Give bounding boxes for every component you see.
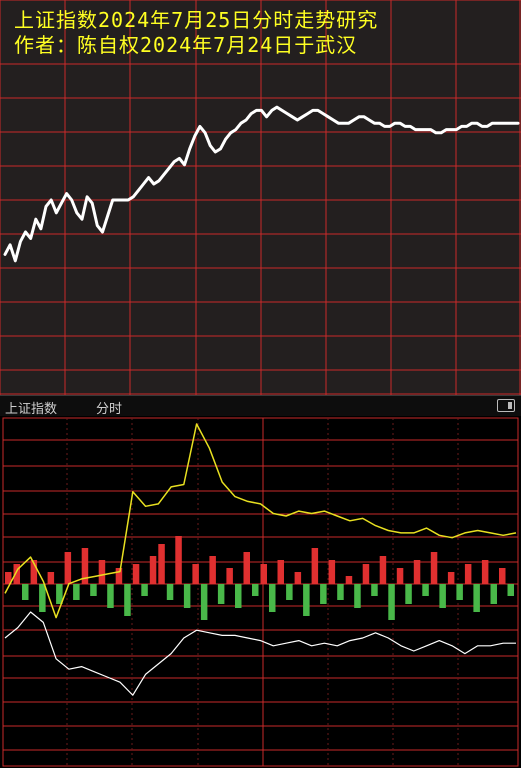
- volume-bar: [422, 584, 429, 596]
- chart-title: 上证指数2024年7月25日分时走势研究: [14, 8, 379, 32]
- volume-bar: [439, 584, 446, 608]
- volume-bar: [39, 584, 46, 612]
- forecast-panel: 上证指数2024年7月25日分时走势研究 作者：陈自权2024年7月24日于武汉: [0, 0, 521, 395]
- volume-bar: [490, 584, 497, 604]
- volume-bar: [481, 560, 489, 584]
- volume-bar: [217, 584, 225, 604]
- volume-bar: [124, 584, 131, 616]
- volume-bar: [294, 572, 302, 584]
- volume-bar: [507, 584, 514, 596]
- volume-bar: [243, 552, 250, 584]
- volume-bar: [192, 564, 199, 584]
- volume-bar: [405, 584, 412, 604]
- volume-bar: [269, 584, 276, 612]
- intraday-mode-label[interactable]: 分时: [96, 398, 122, 417]
- volume-bar: [158, 544, 165, 584]
- volume-bar: [166, 584, 174, 600]
- volume-bar: [456, 584, 463, 600]
- forecast-chart: [0, 0, 521, 395]
- intraday-panel: [0, 416, 521, 768]
- volume-bar: [47, 572, 55, 584]
- panel-toggle-icon[interactable]: [497, 399, 515, 412]
- volume-bar: [286, 584, 293, 600]
- volume-bar: [175, 536, 182, 584]
- volume-bar: [362, 564, 370, 584]
- volume-bar: [303, 584, 310, 616]
- volume-bar: [345, 576, 353, 584]
- volume-bar: [64, 552, 72, 584]
- volume-bar: [252, 584, 259, 596]
- volume-bar: [115, 568, 123, 584]
- volume-bar: [90, 584, 97, 596]
- volume-bar: [183, 584, 191, 608]
- index-toolbar: 上证指数 分时: [0, 395, 521, 417]
- volume-bar: [107, 584, 114, 608]
- volume-bar: [200, 584, 208, 620]
- volume-bar: [235, 584, 242, 608]
- volume-bar: [464, 564, 472, 584]
- index-name-label[interactable]: 上证指数: [5, 398, 57, 417]
- volume-bar: [379, 556, 387, 584]
- volume-bar: [132, 564, 140, 584]
- volume-bar: [141, 584, 148, 596]
- volume-bar: [337, 584, 344, 600]
- volume-bar: [226, 568, 233, 584]
- indicator-series-line: [4, 611, 516, 696]
- volume-bar: [149, 556, 157, 584]
- volume-bar: [388, 584, 395, 620]
- volume-bar: [396, 568, 404, 584]
- chart-author-line: 作者：陈自权2024年7月24日于武汉: [14, 33, 358, 57]
- price-series-line: [4, 423, 517, 619]
- volume-bar: [22, 584, 29, 600]
- volume-bar: [98, 560, 106, 584]
- volume-bar: [277, 560, 284, 584]
- volume-bar: [311, 548, 319, 584]
- volume-bar: [73, 584, 80, 600]
- volume-bar: [413, 560, 421, 584]
- volume-bar: [499, 568, 506, 584]
- volume-bar: [354, 584, 361, 608]
- volume-bar: [430, 552, 438, 584]
- volume-bar: [473, 584, 480, 612]
- volume-bar: [209, 556, 216, 584]
- volume-bar: [328, 560, 336, 584]
- volume-bar: [320, 584, 327, 604]
- intraday-chart: [2, 417, 519, 767]
- volume-bar: [260, 564, 267, 584]
- volume-bar: [371, 584, 378, 596]
- volume-bar: [447, 572, 455, 584]
